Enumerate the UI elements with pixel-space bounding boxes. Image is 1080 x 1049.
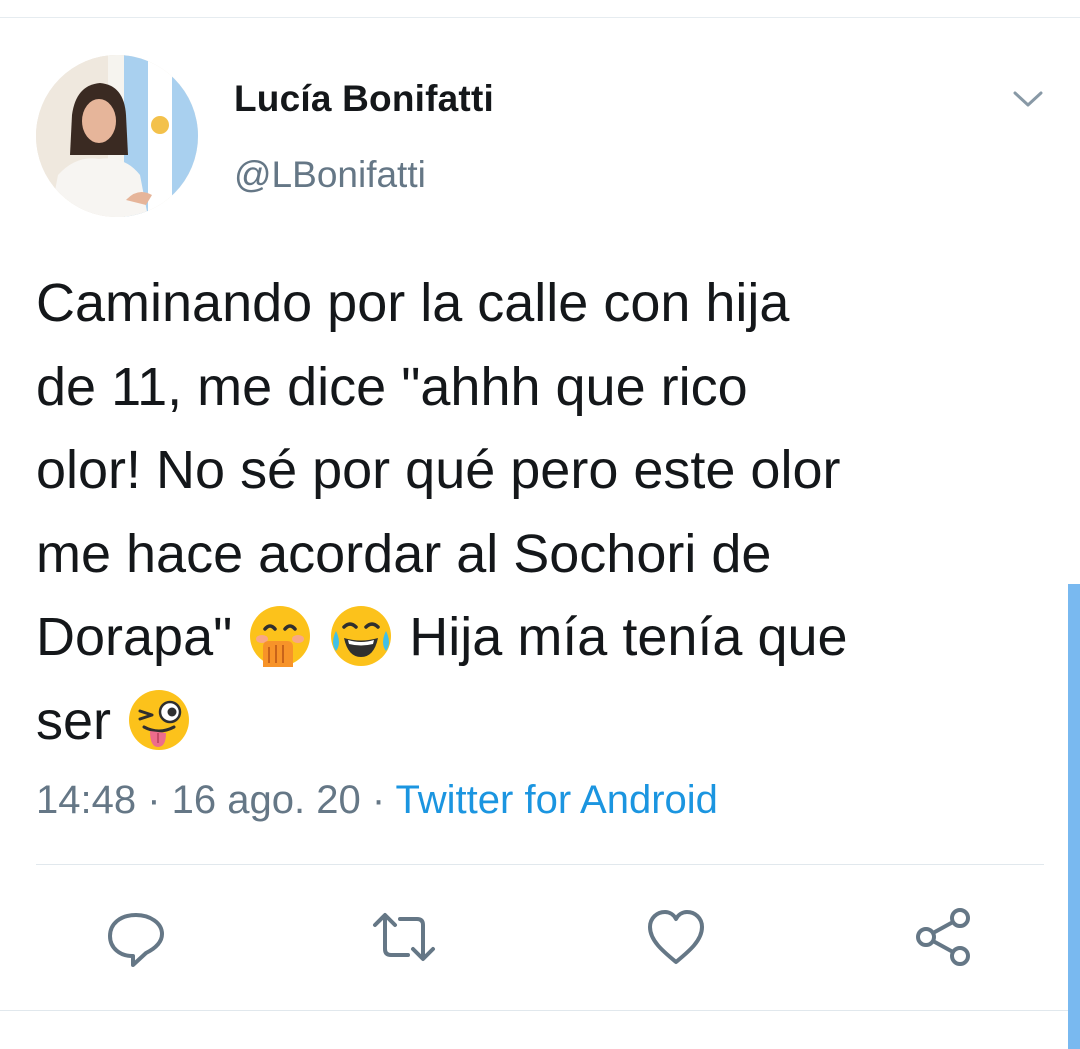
action-bar [0,905,1080,975]
tweet-time: 14:48 [36,778,137,822]
face-with-hand-over-mouth-icon [247,603,313,669]
like-icon[interactable] [644,905,708,969]
top-divider [0,17,1080,18]
meta-separator: · [136,778,172,822]
author-display-name[interactable]: Lucía Bonifatti [234,78,494,120]
chevron-down-icon[interactable] [1010,84,1046,114]
tweet-meta: 14:48 · 16 ago. 20 · Twitter for Android [36,778,718,823]
avatar[interactable] [36,55,198,217]
tweet-date: 16 ago. 20 [171,778,361,822]
winking-face-with-tongue-icon [126,687,192,753]
tweet-source-link[interactable]: Twitter for Android [396,778,718,822]
face-with-tears-of-joy-icon [328,603,394,669]
bottom-divider [0,1010,1080,1011]
reply-icon[interactable] [104,905,168,969]
scrollbar[interactable] [1068,584,1080,1049]
author-handle[interactable]: @LBonifatti [234,154,426,196]
meta-separator: · [360,778,396,822]
retweet-icon[interactable] [372,905,436,969]
share-icon[interactable] [912,905,976,969]
tweet-text: Caminando por la calle con hija de 11, m… [36,262,1046,763]
actions-divider [36,864,1044,865]
